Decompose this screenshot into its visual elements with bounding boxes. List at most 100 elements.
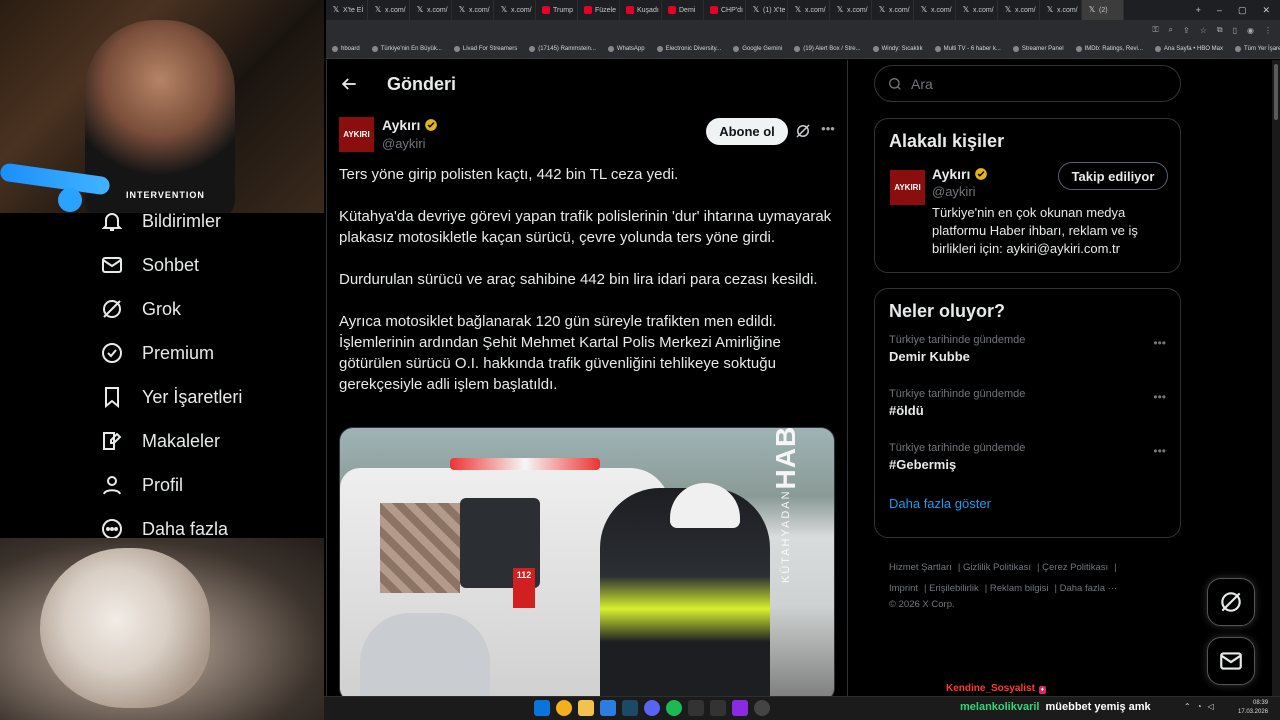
grok-floating-button[interactable] [1207,578,1255,626]
footer-more-link[interactable]: Daha fazla ··· [1060,583,1118,594]
bookmark-item[interactable]: Electronic Diversity... [651,46,728,52]
search-input[interactable] [911,75,1161,92]
browser-tab[interactable]: 𝕏x.com/ [494,0,536,20]
nav-item-notifications[interactable]: Bildirimler [100,206,221,236]
nav-item-bookmarks[interactable]: Yer İşaretleri [100,382,242,412]
subscribe-button[interactable]: Abone ol [706,118,788,145]
browser-tab[interactable]: 𝕏x.com/ [956,0,998,20]
spotify-icon[interactable] [666,700,682,716]
browser-tab[interactable]: 𝕏x.com/ [368,0,410,20]
browser-tab[interactable]: 𝕏x.com/ [830,0,872,20]
back-arrow-icon[interactable] [339,74,359,94]
browser-tab[interactable]: Füzele [578,0,620,20]
terms-link[interactable]: Hizmet Şartları [889,562,952,573]
extensions-icon[interactable]: ⧉ [1217,25,1223,35]
bookmark-item[interactable]: (17145) Rammstein... [523,46,602,52]
browser-tab[interactable]: 𝕏x.com/ [872,0,914,20]
post-author[interactable]: AYKIRI Aykırı @aykiri [339,117,438,152]
browser-tab[interactable]: 𝕏x.com/ [410,0,452,20]
author-name[interactable]: Aykırı [382,117,420,133]
scrollbar-track[interactable] [1272,60,1280,696]
imprint-link[interactable]: Imprint [889,583,918,594]
accessibility-link[interactable]: Erişilebilirlik [929,583,979,594]
app-icon[interactable] [600,700,616,716]
trend-more-icon[interactable]: ••• [1153,390,1166,404]
stream-app-icon[interactable] [732,700,748,716]
browser-tab[interactable]: 𝕏x.com/ [914,0,956,20]
profile-avatar-icon[interactable]: ◉ [1247,26,1254,35]
bookmark-item[interactable]: hboard [326,46,366,52]
author-avatar[interactable]: AYKIRI [339,117,374,152]
tray-chevron-icon[interactable]: ⌃ [1184,702,1191,711]
cookies-link[interactable]: Çerez Politikası [1042,562,1108,573]
file-explorer-icon[interactable] [578,700,594,716]
discord-icon[interactable] [644,700,660,716]
nav-item-articles[interactable]: Makaleler [100,426,220,456]
nav-item-grok[interactable]: Grok [100,294,181,324]
sidebar-icon[interactable]: ▯ [1233,26,1237,35]
browser-tab[interactable]: 𝕏 (2) [1082,0,1124,20]
obs-icon[interactable] [710,700,726,716]
browser-tab[interactable]: 𝕏x.com/ [1040,0,1082,20]
new-tab-icon[interactable]: + [1196,5,1201,16]
chrome-icon[interactable] [556,700,572,716]
browser-tab[interactable]: 𝕏x.com/ [998,0,1040,20]
bookmark-item[interactable]: (19) Alert Box / Stre... [788,46,866,52]
nav-item-chat[interactable]: Sohbet [100,250,199,280]
taskbar-clock[interactable]: 08:39 17.03.2026 [1238,699,1268,717]
wifi-icon[interactable]: ◔ [1197,702,1202,711]
trend-more-icon[interactable]: ••• [1153,444,1166,458]
volume-icon[interactable]: ◁ [1208,702,1214,711]
related-name[interactable]: Aykırı [932,166,970,182]
browser-tab[interactable]: Demi [662,0,704,20]
ads-info-link[interactable]: Reklam bilgisi [990,583,1049,594]
bookmark-item[interactable]: Multi TV - 6 haber k... [929,46,1007,52]
privacy-link[interactable]: Gizlilik Politikası [963,562,1031,573]
browser-tab[interactable]: 𝕏 X'te Eİ [326,0,368,20]
trend-item[interactable]: Türkiye tarihinde gündemde #Gebermiş ••• [875,438,1180,492]
bookmark-item[interactable]: Tüm Yer İşaretleri [1229,46,1280,52]
bookmark-item[interactable]: WhatsApp [602,46,651,52]
following-button[interactable]: Takip ediliyor [1058,162,1168,190]
bookmark-item[interactable]: IMDb: Ratings, Revi... [1070,46,1149,52]
messages-floating-button[interactable] [1207,637,1255,685]
browser-menu-icon[interactable]: ⋮ [1264,26,1272,35]
bookmark-item[interactable]: Ana Sayfa • HBO Max [1149,46,1229,52]
nav-item-profile[interactable]: Profil [100,470,183,500]
browser-tab[interactable]: Trump [536,0,578,20]
browser-tab[interactable]: CHP'dı [704,0,746,20]
browser-tab[interactable]: Kuşadı [620,0,662,20]
key-icon[interactable]: ⚿ [1152,25,1158,35]
nav-item-premium[interactable]: Premium [100,338,214,368]
bookmark-item[interactable]: Streamer Panel [1007,46,1070,52]
steam-icon[interactable] [622,700,638,716]
browser-tab[interactable]: 𝕏x.com/ [788,0,830,20]
bookmark-item[interactable]: Google Gemini [727,46,788,52]
windows-start-icon[interactable] [534,700,550,716]
epic-games-icon[interactable] [688,700,704,716]
bookmark-item[interactable]: Livad For Streamers [448,46,523,52]
browser-tab[interactable]: 𝕏x.com/ [452,0,494,20]
minimize-icon[interactable]: – [1217,5,1222,16]
related-person[interactable]: AYKIRI Aykırı @aykiri Türkiye'nin en çok… [875,160,1180,280]
trend-more-icon[interactable]: ••• [1153,336,1166,350]
share-icon[interactable]: ⇪ [1183,26,1190,35]
post-video[interactable]: 112 KÜTAHYADANHABER [339,427,835,696]
star-icon[interactable]: ☆ [1200,26,1207,35]
close-icon[interactable]: ✕ [1262,5,1270,16]
related-avatar[interactable]: AYKIRI [890,170,925,205]
search-box[interactable] [874,65,1181,102]
related-handle[interactable]: @aykiri [932,184,976,199]
post-more-options-icon[interactable]: ••• [819,122,837,140]
grok-explain-icon[interactable] [794,122,812,140]
author-handle[interactable]: @aykiri [382,136,438,151]
browser-tab[interactable]: 𝕏 (1) X'te [746,0,788,20]
show-more-link[interactable]: Daha fazla göster [875,492,1180,523]
maximize-icon[interactable]: ▢ [1238,5,1247,16]
trend-item[interactable]: Türkiye tarihinde gündemde Demir Kubbe •… [875,330,1180,384]
scrollbar-thumb[interactable] [1274,64,1278,120]
settings-icon[interactable] [754,700,770,716]
zoom-icon[interactable]: ⌕ [1169,25,1173,35]
trend-item[interactable]: Türkiye tarihinde gündemde #öldü ••• [875,384,1180,438]
bookmark-item[interactable]: Windy: Sıcaklık [867,46,929,52]
